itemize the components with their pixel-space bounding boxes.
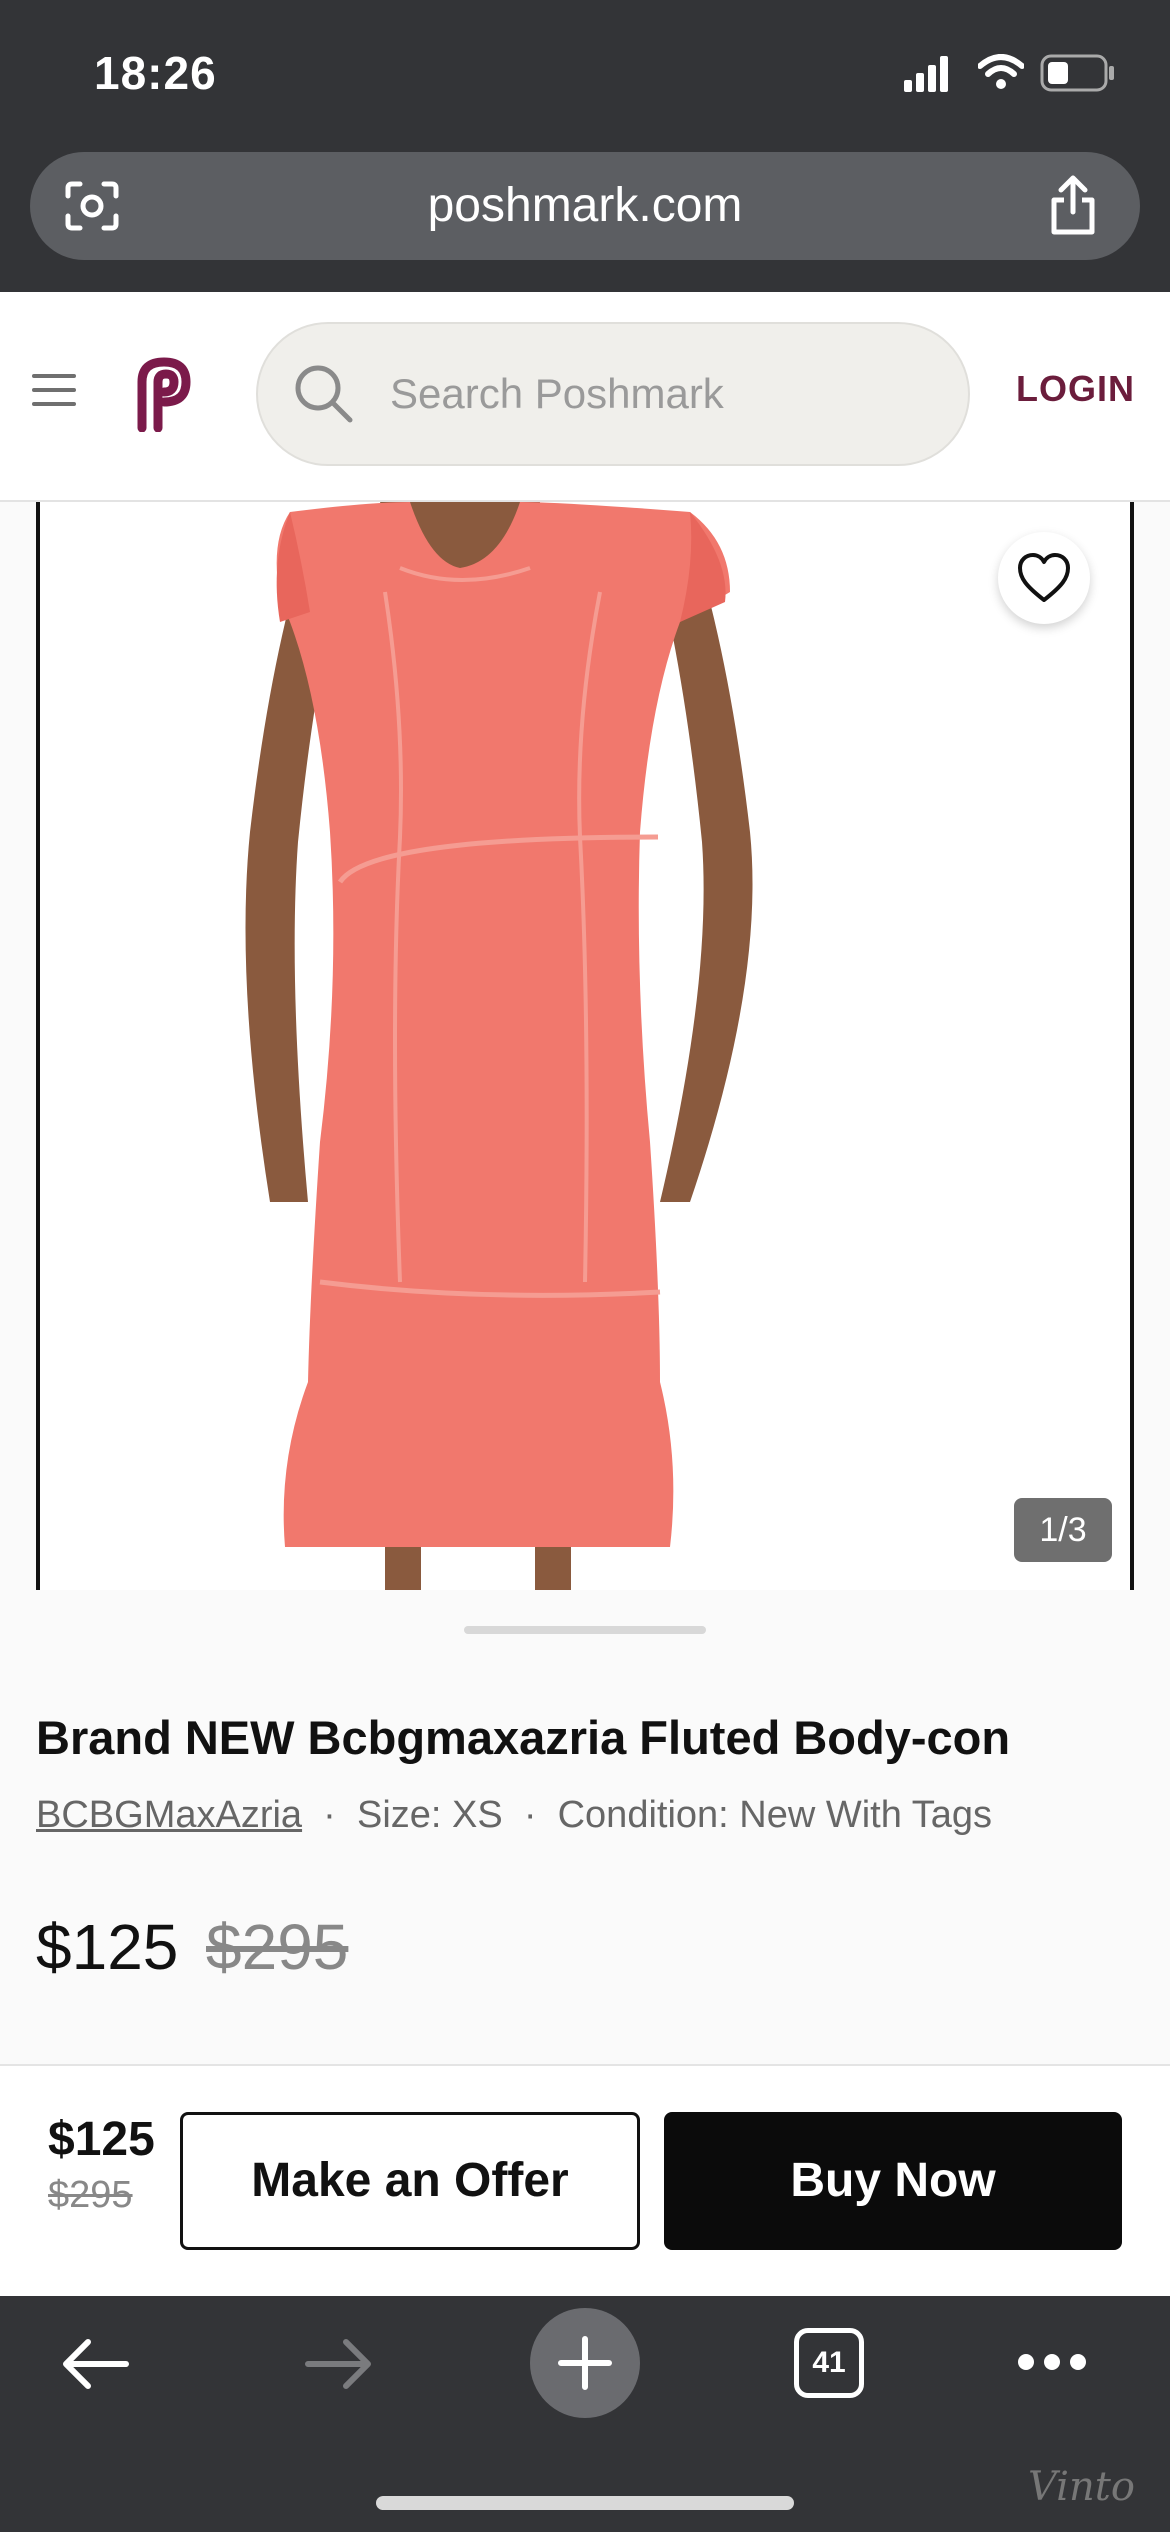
- home-indicator[interactable]: [376, 2496, 794, 2510]
- url-text[interactable]: poshmark.com: [30, 152, 1140, 260]
- address-bar[interactable]: poshmark.com: [30, 152, 1140, 260]
- status-time: 18:26: [94, 47, 217, 99]
- browser-toolbar: 41 Vinto: [0, 2296, 1170, 2532]
- search-placeholder: Search Poshmark: [390, 370, 724, 417]
- buy-now-button[interactable]: Buy Now: [664, 2112, 1122, 2250]
- site-header: Search Poshmark LOGIN: [0, 292, 1170, 502]
- battery-icon: [1040, 54, 1114, 92]
- bar-original-price: $295: [48, 2174, 133, 2216]
- poshmark-logo-icon[interactable]: [128, 352, 200, 432]
- search-icon: [295, 365, 353, 423]
- purchase-bar: $125 $295 Make an Offer Buy Now: [0, 2064, 1170, 2296]
- new-tab-button[interactable]: [530, 2308, 640, 2418]
- hamburger-menu-icon[interactable]: [32, 372, 78, 408]
- login-link[interactable]: LOGIN: [1016, 368, 1135, 410]
- status-bar: 18:26: [0, 0, 1170, 150]
- brand-link[interactable]: BCBGMaxAzria: [36, 1794, 302, 1836]
- listing-original-price: $295: [206, 1911, 349, 1983]
- tab-switcher-button[interactable]: 41: [794, 2328, 864, 2398]
- heart-icon: [1018, 553, 1070, 602]
- search-input[interactable]: Search Poshmark: [256, 322, 970, 466]
- size-text: Size: XS: [356, 1794, 503, 1836]
- plus-icon: [558, 2336, 612, 2390]
- make-offer-button[interactable]: Make an Offer: [180, 2112, 640, 2250]
- back-arrow-icon[interactable]: [58, 2334, 132, 2394]
- more-options-icon[interactable]: [1016, 2352, 1088, 2372]
- wifi-icon: [978, 54, 1024, 89]
- like-button[interactable]: [998, 532, 1090, 624]
- dress-photo: [245, 502, 753, 1590]
- product-image[interactable]: 1/3: [36, 502, 1134, 1590]
- forward-arrow-icon[interactable]: [302, 2334, 376, 2394]
- listing-title: Brand NEW Bcbgmaxazria Fluted Body-con: [36, 1711, 1011, 1764]
- separator-dot: ·: [513, 1794, 548, 1836]
- watermark: Vinto: [1028, 2464, 1135, 2510]
- sheet-handle[interactable]: [464, 1626, 706, 1634]
- listing-meta: BCBGMaxAzria · Size: XS · Condition: New…: [36, 1794, 992, 1837]
- cellular-signal-icon: [904, 56, 948, 92]
- share-icon[interactable]: [1046, 174, 1100, 236]
- condition-text: Condition: New With Tags: [557, 1794, 992, 1836]
- bar-price: $125: [48, 2113, 155, 2166]
- listing-price: $125: [36, 1911, 179, 1983]
- separator-dot: ·: [312, 1794, 347, 1836]
- image-counter: 1/3: [1014, 1498, 1112, 1562]
